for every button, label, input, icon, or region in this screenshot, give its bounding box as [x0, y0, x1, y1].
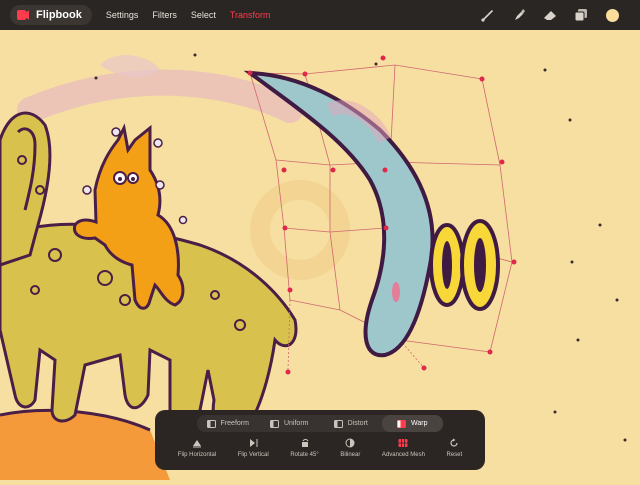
menu-select[interactable]: Select: [191, 10, 216, 20]
brush-icon[interactable]: [480, 7, 496, 23]
mode-warp-label: Warp: [411, 420, 428, 427]
mode-warp[interactable]: Warp: [381, 415, 443, 432]
eraser-icon[interactable]: [542, 7, 558, 23]
current-color-swatch: [605, 8, 619, 22]
flipbook-icon: [16, 9, 30, 21]
menu-transform[interactable]: Transform: [230, 10, 271, 20]
app-menu-button[interactable]: Flipbook: [10, 5, 92, 25]
mesh-icon: [398, 438, 408, 448]
transform-mode-selector: Freeform Uniform Distort Warp: [197, 415, 443, 432]
advanced-mesh-button[interactable]: Advanced Mesh: [382, 438, 425, 458]
color-swatch[interactable]: [604, 7, 620, 23]
flip-horizontal-icon: [192, 438, 202, 448]
bilinear-label: Bilinear: [340, 452, 361, 458]
mode-uniform-label: Uniform: [283, 420, 309, 427]
warp-icon: [397, 419, 407, 428]
bilinear-icon: [345, 438, 355, 448]
flip-vertical-icon: [248, 438, 258, 448]
mode-distort-label: Distort: [347, 420, 368, 427]
mode-uniform[interactable]: Uniform: [259, 415, 321, 432]
smudge-icon[interactable]: [511, 7, 527, 23]
distort-icon: [333, 419, 343, 428]
rotate-45-button[interactable]: Rotate 45°: [290, 438, 319, 458]
uniform-icon: [269, 419, 279, 428]
flip-horizontal-label: Flip Horizontal: [177, 452, 217, 458]
app-name: Flipbook: [36, 9, 82, 21]
top-toolbar: Flipbook Settings Filters Select Transfo…: [0, 0, 640, 30]
mode-freeform-label: Freeform: [220, 420, 249, 427]
flip-vertical-button[interactable]: Flip Vertical: [238, 438, 269, 458]
flip-vertical-label: Flip Vertical: [237, 452, 269, 458]
tool-group: [480, 0, 620, 30]
menu-settings[interactable]: Settings: [106, 10, 139, 20]
advanced-mesh-label: Advanced Mesh: [381, 452, 425, 458]
mode-freeform[interactable]: Freeform: [197, 415, 259, 432]
rotate-icon: [300, 438, 310, 448]
freeform-icon: [206, 419, 216, 428]
rotate-45-label: Rotate 45°: [290, 452, 319, 458]
layers-icon[interactable]: [573, 7, 589, 23]
reset-icon: [449, 438, 459, 448]
mode-distort[interactable]: Distort: [320, 415, 382, 432]
bilinear-button[interactable]: Bilinear: [340, 438, 360, 458]
menu-filters[interactable]: Filters: [152, 10, 177, 20]
transform-panel: Freeform Uniform Distort Warp Flip Horiz…: [155, 410, 485, 470]
reset-button[interactable]: Reset: [446, 438, 463, 458]
transform-actions: Flip Horizontal Flip Vertical Rotate 45°…: [155, 438, 485, 470]
reset-label: Reset: [446, 452, 463, 458]
flip-horizontal-button[interactable]: Flip Horizontal: [178, 438, 216, 458]
